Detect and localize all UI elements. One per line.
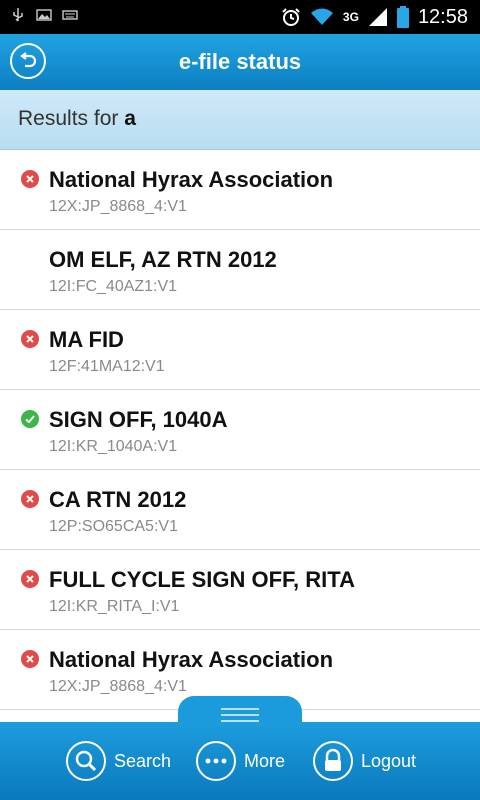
error-icon xyxy=(21,170,39,188)
search-label: Search xyxy=(114,750,172,771)
error-icon xyxy=(21,490,39,508)
efile-list: National Hyrax Association 12X:JP_8868_4… xyxy=(0,150,480,710)
battery-icon xyxy=(396,6,409,28)
list-item[interactable]: CA RTN 2012 12P:SO65CA5:V1 xyxy=(0,470,480,550)
more-icon xyxy=(196,741,236,781)
results-heading: Results for a xyxy=(18,107,136,131)
lock-icon xyxy=(313,741,353,781)
item-code: 12P:SO65CA5:V1 xyxy=(49,518,178,535)
item-code: 12X:JP_8868_4:V1 xyxy=(49,198,187,215)
item-title: National Hyrax Association xyxy=(49,647,334,672)
item-title: CA RTN 2012 xyxy=(49,487,187,512)
results-query: a xyxy=(124,107,136,130)
item-title: SIGN OFF, 1040A xyxy=(49,407,228,432)
item-code: 12F:41MA12:V1 xyxy=(49,358,165,375)
alarm-icon xyxy=(282,8,300,26)
list-item[interactable]: MA FID 12F:41MA12:V1 xyxy=(0,310,480,390)
status-bar: 3G 12:58 xyxy=(0,0,480,34)
logout-label: Logout xyxy=(361,750,417,771)
item-code: 12I:FC_40AZ1:V1 xyxy=(49,278,178,295)
results-bar: Results for a xyxy=(0,90,480,150)
network-type: 3G xyxy=(342,10,359,24)
more-button[interactable]: More xyxy=(196,722,285,800)
keyboard-icon xyxy=(62,10,78,20)
error-icon xyxy=(21,650,39,668)
item-code: 12X:JP_8868_4:V1 xyxy=(49,678,187,695)
list-item[interactable]: OM ELF, AZ RTN 2012 12I:FC_40AZ1:V1 xyxy=(0,230,480,310)
search-icon xyxy=(66,741,106,781)
error-icon xyxy=(21,330,39,348)
list-item[interactable]: FULL CYCLE SIGN OFF, RITA 12I:KR_RITA_I:… xyxy=(0,550,480,630)
usb-icon xyxy=(13,8,23,22)
app-header: e-file status xyxy=(0,34,480,90)
system-icons: 3G 12:58 xyxy=(281,4,468,30)
notification-icons xyxy=(10,7,78,23)
item-title: MA FID xyxy=(49,327,124,352)
logout-button[interactable]: Logout xyxy=(313,722,416,800)
bottom-toolbar: Search More Logout xyxy=(0,722,480,800)
list-item[interactable]: SIGN OFF, 1040A 12I:KR_1040A:V1 xyxy=(0,390,480,470)
check-icon xyxy=(21,410,39,428)
page-title: e-file status xyxy=(178,49,302,74)
image-icon xyxy=(36,9,52,21)
error-icon xyxy=(21,570,39,588)
item-title: FULL CYCLE SIGN OFF, RITA xyxy=(49,567,355,592)
item-title: OM ELF, AZ RTN 2012 xyxy=(49,247,277,272)
clock: 12:58 xyxy=(417,5,468,28)
item-code: 12I:KR_1040A:V1 xyxy=(49,438,178,455)
more-label: More xyxy=(244,750,286,771)
wifi-icon xyxy=(310,8,333,25)
list-item[interactable]: National Hyrax Association 12X:JP_8868_4… xyxy=(0,150,480,230)
search-button[interactable]: Search xyxy=(66,722,171,800)
results-prefix: Results for xyxy=(18,107,119,130)
signal-icon xyxy=(368,8,387,26)
item-title: National Hyrax Association xyxy=(49,167,334,192)
item-code: 12I:KR_RITA_I:V1 xyxy=(49,598,180,615)
